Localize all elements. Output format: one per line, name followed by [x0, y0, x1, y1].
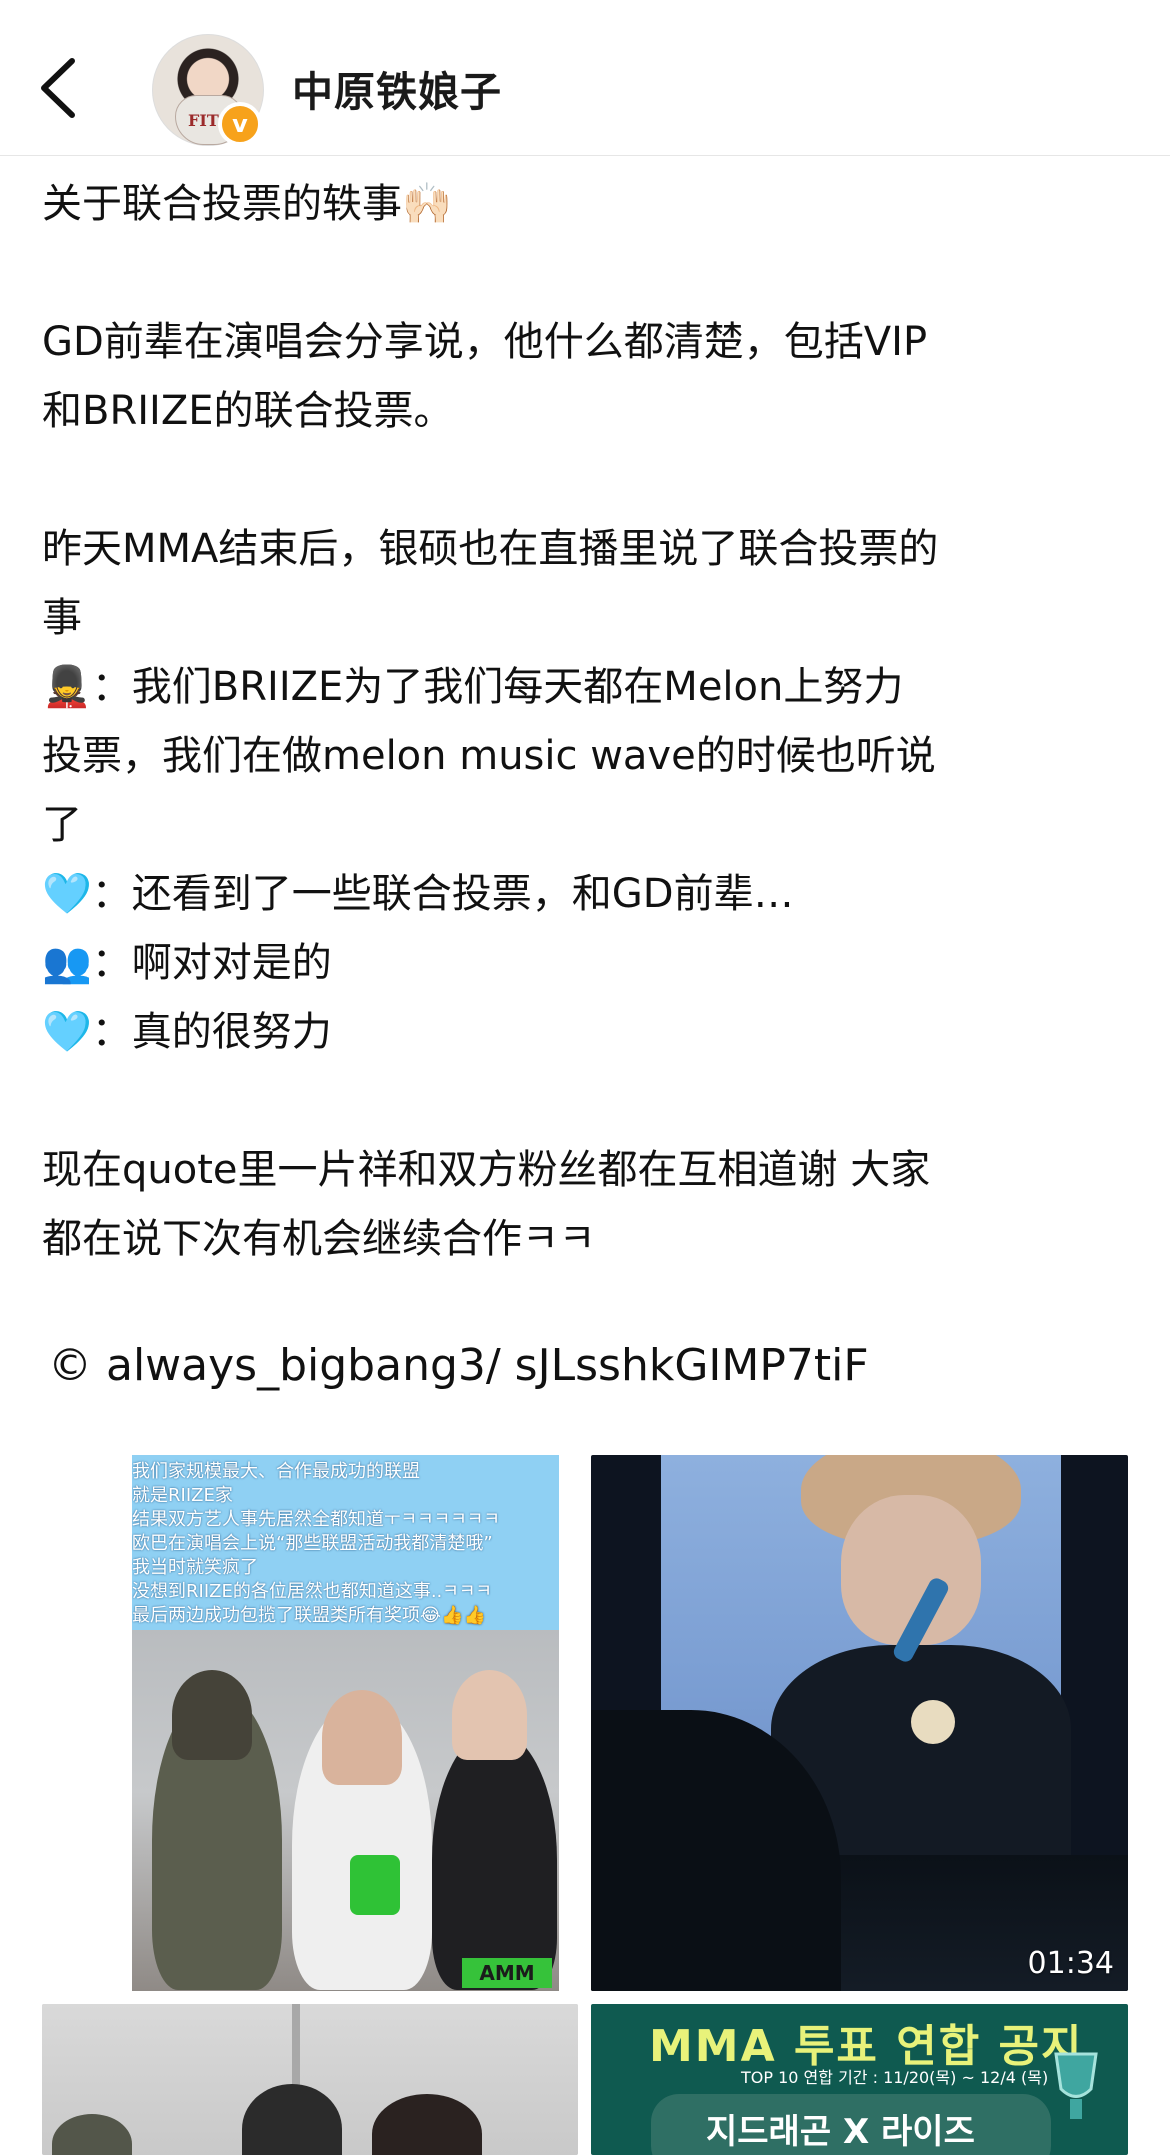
amm-sign: AMM — [462, 1958, 552, 1988]
post-line: GD前辈在演唱会分享说，他什么都清楚，包括VIP — [42, 319, 928, 365]
chat-text-box: 我们家规模最大、合作最成功的联盟 就是RIIZE家 结果双方艺人事先居然全都知道… — [132, 1455, 559, 1630]
person-left-hood — [172, 1670, 252, 1760]
post-line: 🩵：真的很努力 — [42, 1009, 332, 1055]
post-line — [42, 239, 1142, 308]
media-image-4[interactable]: MMA 투표 연합 공지 TOP 10 연합 기간 : 11/20(목) ~ 1… — [591, 2004, 1128, 2155]
post-header: FITC v 中原铁娘子 — [0, 0, 1170, 156]
source-credit[interactable]: © always_bigbang3/ sJLsshkGIMP7tiF — [48, 1340, 869, 1391]
verified-badge-icon: v — [218, 102, 262, 146]
trophy-icon — [1054, 2052, 1098, 2119]
media-video-2[interactable]: 01:34 — [591, 1455, 1128, 1991]
username[interactable]: 中原铁娘子 — [292, 58, 502, 118]
group-photo: AMM — [132, 1630, 559, 1991]
video-duration: 01:34 — [1027, 1946, 1114, 1981]
chat-line: 欧巴在演唱会上说“那些联盟活动我都清楚哦” — [132, 1533, 493, 1554]
post-line: 和BRIIZE的联合投票。 — [42, 388, 454, 434]
post-line: 了 — [42, 802, 82, 848]
brooch — [911, 1700, 955, 1744]
green-cup — [350, 1855, 400, 1915]
post-line: 昨天MMA结束后，银硕也在直播里说了联合投票的 — [42, 526, 939, 572]
chat-line: 我当时就笑疯了 — [132, 1557, 258, 1578]
back-button[interactable] — [28, 52, 88, 124]
post-line: 现在quote里一片祥和双方粉丝都在互相道谢 大家 — [42, 1147, 931, 1193]
media-image-3[interactable] — [42, 2004, 578, 2155]
post-line: 🩵：还看到了一些联合投票，和GD前辈… — [42, 871, 794, 917]
chat-line: 就是RIIZE家 — [132, 1485, 233, 1506]
post-line: 都在说下次有机会继续合作ㅋㅋ — [42, 1216, 596, 1262]
media-image-1[interactable]: 我们家规模最大、合作最成功的联盟 就是RIIZE家 结果双方艺人事先居然全都知道… — [42, 1455, 578, 1991]
post-line — [42, 446, 1142, 515]
chat-line: 最后两边成功包揽了联盟类所有奖项😂👍👍 — [132, 1605, 486, 1626]
post-line — [42, 1067, 1142, 1136]
post-line: 事 — [42, 595, 82, 641]
media-grid: 我们家规模最大、合作最成功的联盟 就是RIIZE家 结果双方艺人事先居然全都知道… — [42, 1455, 1128, 2155]
post-body: 关于联合投票的轶事🙌🏻 GD前辈在演唱会分享说，他什么都清楚，包括VIP 和BR… — [42, 170, 1142, 1274]
person-right-face — [452, 1670, 527, 1760]
chat-line: 我们家规模最大、合作最成功的联盟 — [132, 1461, 420, 1482]
post-line: 关于联合投票的轶事🙌🏻 — [42, 181, 452, 227]
chevron-left-icon — [41, 58, 75, 118]
post-line: 💂：我们BRIIZE为了我们每天都在Melon上努力 — [42, 664, 904, 710]
person-right — [432, 1730, 557, 1990]
person-center-face — [322, 1690, 402, 1785]
chat-line: 结果双方艺人事先居然全都知道ㅜㅋㅋㅋㅋㅋㅋ — [132, 1509, 500, 1530]
post-line: 👥：啊对对是的 — [42, 940, 332, 986]
banner-subtitle: TOP 10 연합 기간 : 11/20(목) ~ 12/4 (목) — [741, 2068, 1049, 2087]
post-line: 投票，我们在做melon music wave的时候也听说 — [42, 733, 936, 779]
chat-line: 没想到RIIZE的各位居然也都知道这事..ㅋㅋㅋ — [132, 1581, 492, 1602]
